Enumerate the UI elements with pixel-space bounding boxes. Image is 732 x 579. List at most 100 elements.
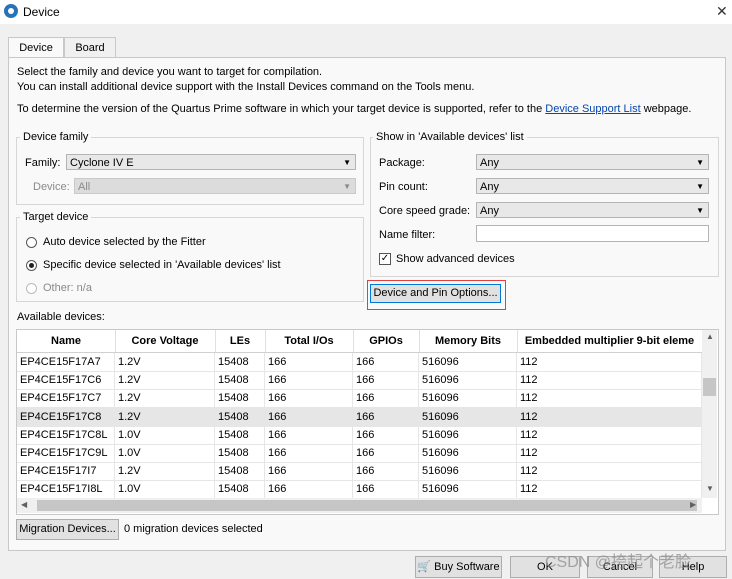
auto-device-label: Auto device selected by the Fitter [43, 236, 206, 248]
device-support-list-link[interactable]: Device Support List [545, 103, 640, 115]
scroll-down-icon[interactable]: ▼ [706, 484, 714, 493]
cart-icon: 🛒 [417, 561, 432, 573]
table-cell: 516096 [419, 462, 517, 481]
name-filter-input[interactable] [476, 225, 709, 242]
table-cell: EP4CE15F17A7 [17, 353, 115, 371]
family-label: Family: [25, 157, 61, 169]
watermark: CSDN @挎起个老脸 [545, 554, 692, 571]
table-cell: 166 [353, 480, 419, 499]
table-cell: 166 [265, 407, 353, 426]
available-devices-label: Available devices: [17, 311, 105, 323]
table-cell: 112 [517, 462, 702, 481]
scroll-right-icon[interactable]: ▶ [690, 500, 696, 509]
table-row[interactable]: EP4CE15F17C9L 1.0V 15408 166 166 516096 112 [17, 444, 702, 463]
table-row[interactable]: EP4CE15F17I7 1.2V 15408 166 166 516096 112 [17, 462, 702, 482]
table-cell: 112 [517, 425, 702, 444]
table-cell: 1.0V [115, 425, 215, 444]
auto-device-radio[interactable] [26, 237, 37, 248]
scroll-up-icon[interactable]: ▲ [706, 332, 714, 341]
table-cell: 15408 [215, 462, 265, 481]
table-row[interactable]: EP4CE15F17C6 1.2V 15408 166 166 516096 112 [17, 371, 702, 391]
table-cell: 516096 [419, 353, 517, 371]
table-cell: 1.2V [115, 462, 215, 481]
scroll-thumb[interactable] [703, 378, 716, 396]
table-cell: 166 [353, 371, 419, 390]
table-cell: 15408 [215, 389, 265, 408]
table-row[interactable]: EP4CE15F17A7 1.2V 15408 166 166 516096 112 [17, 353, 702, 372]
table-row[interactable]: EP4CE15F17I8L 1.0V 15408 166 166 516096 112 [17, 480, 702, 500]
core-speed-select-value: Any [480, 205, 499, 217]
other-device-radio [26, 283, 37, 294]
package-label: Package: [379, 157, 425, 169]
device-family-legend: Device family [20, 131, 92, 143]
table-cell: 516096 [419, 407, 517, 426]
show-advanced-label: Show advanced devices [396, 253, 515, 265]
pin-count-select[interactable]: Any ▼ [476, 178, 709, 194]
family-select-value: Cyclone IV E [70, 157, 134, 169]
chevron-down-icon: ▼ [696, 182, 704, 191]
pin-count-label: Pin count: [379, 181, 428, 193]
table-cell: 516096 [419, 480, 517, 499]
table-cell: EP4CE15F17I7 [17, 462, 115, 481]
vertical-scrollbar[interactable]: ▲ ▼ [702, 330, 717, 498]
close-icon[interactable]: ✕ [716, 3, 728, 20]
show-in-available-legend: Show in 'Available devices' list [373, 131, 527, 143]
table-cell: 112 [517, 353, 702, 371]
table-cell: 112 [517, 371, 702, 390]
table-cell: EP4CE15F17C7 [17, 389, 115, 408]
column-header-name[interactable]: Name [17, 330, 116, 352]
table-cell: 15408 [215, 371, 265, 390]
core-speed-select[interactable]: Any ▼ [476, 202, 709, 218]
table-row[interactable]: EP4CE15F17C7 1.2V 15408 166 166 516096 112 [17, 389, 702, 409]
table-cell: 516096 [419, 444, 517, 462]
table-cell: 166 [265, 371, 353, 390]
device-label: Device: [33, 181, 70, 193]
tab-board[interactable]: Board [64, 37, 116, 58]
column-header-gpios[interactable]: GPIOs [353, 330, 420, 352]
table-cell: 1.0V [115, 444, 215, 462]
show-advanced-checkbox[interactable]: ✓ [379, 253, 391, 265]
table-cell: 112 [517, 480, 702, 499]
table-cell: 516096 [419, 371, 517, 390]
column-header-les[interactable]: LEs [215, 330, 266, 352]
table-cell: 112 [517, 444, 702, 462]
column-header-total-ios[interactable]: Total I/Os [265, 330, 354, 352]
migration-devices-button[interactable]: Migration Devices... [16, 519, 119, 540]
table-row[interactable]: EP4CE15F17C8L 1.0V 15408 166 166 516096 112 [17, 425, 702, 445]
intro-line-1: Select the family and device you want to… [17, 66, 323, 78]
tab-device[interactable]: Device [8, 37, 64, 59]
table-cell: 166 [265, 462, 353, 481]
quartus-app-icon [4, 4, 18, 18]
device-select-value: All [78, 181, 91, 193]
device-family-group [16, 137, 364, 205]
column-header-core-voltage[interactable]: Core Voltage [115, 330, 216, 352]
table-cell: 1.2V [115, 353, 215, 371]
target-device-legend: Target device [20, 211, 92, 223]
family-select[interactable]: Cyclone IV E ▼ [66, 154, 356, 170]
table-cell: 1.0V [115, 480, 215, 499]
column-header-embedded-multiplier[interactable]: Embedded multiplier 9-bit eleme [517, 330, 703, 352]
scroll-left-icon[interactable]: ◀ [21, 500, 27, 509]
table-cell: 166 [265, 389, 353, 408]
column-header-memory-bits[interactable]: Memory Bits [419, 330, 518, 352]
name-filter-label: Name filter: [379, 229, 436, 241]
intro-line-3-suffix: webpage. [643, 103, 692, 115]
window-title: Device [23, 5, 60, 19]
device-pin-options-button[interactable]: Device and Pin Options... [370, 284, 501, 303]
horizontal-scrollbar[interactable]: ◀ ▶ [17, 498, 702, 513]
buy-software-button[interactable]: 🛒 Buy Software [415, 556, 502, 578]
title-bar: Device ✕ [0, 0, 732, 24]
table-cell: 166 [353, 444, 419, 462]
table-cell: 15408 [215, 425, 265, 444]
table-row[interactable]: EP4CE15F17C8 1.2V 15408 166 166 516096 112 [17, 407, 702, 427]
scroll-thumb[interactable] [37, 500, 697, 511]
table-cell: 166 [353, 389, 419, 408]
other-device-label: Other: n/a [43, 282, 92, 294]
table-cell: EP4CE15F17C9L [17, 444, 115, 462]
chevron-down-icon: ▼ [343, 182, 351, 191]
specific-device-radio[interactable] [26, 260, 37, 271]
table-cell: 516096 [419, 389, 517, 408]
chevron-down-icon: ▼ [696, 158, 704, 167]
package-select[interactable]: Any ▼ [476, 154, 709, 170]
table-cell: 1.2V [115, 407, 215, 426]
